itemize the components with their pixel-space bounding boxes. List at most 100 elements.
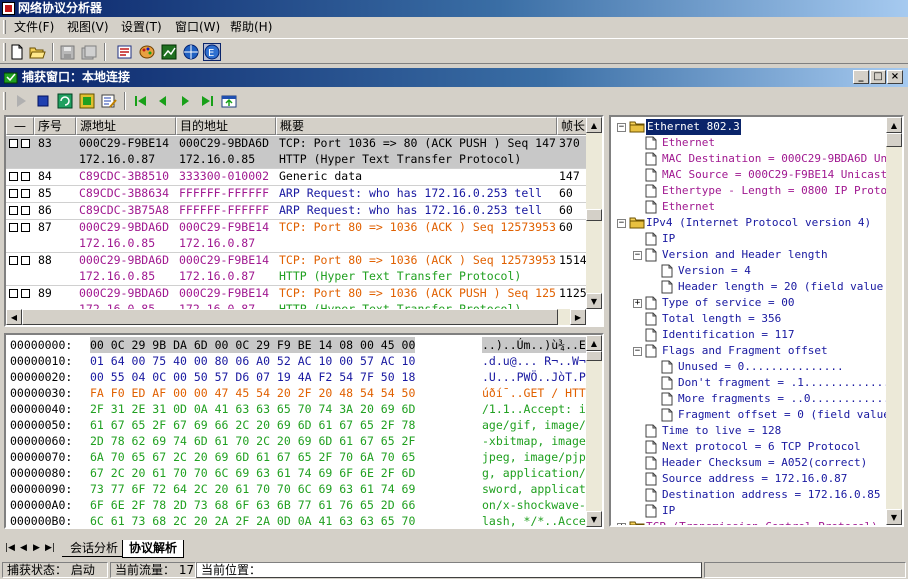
stop-capture-icon[interactable] [34,92,52,110]
packet-mark-checkbox[interactable] [21,189,30,198]
scroll-right-icon[interactable]: ▶ [570,309,586,325]
packet-row[interactable]: 84 C89CDC-3B8510 333300-010002 Generic data… [6,169,586,186]
collapse-icon[interactable]: − [617,219,626,228]
packet-mark-checkbox[interactable] [21,256,30,265]
next-packet-icon[interactable] [176,92,194,110]
scroll-thumb[interactable] [586,209,602,221]
tab-nav-prev-icon[interactable]: ◀ [20,543,27,553]
tree-node[interactable]: − IPv4 (Internet Protocol version 4) [611,215,884,231]
tree-node[interactable]: Next protocol = 6 TCP Protocol [611,439,884,455]
tree-node[interactable]: Header length = 20 (field value = 5) [611,279,902,295]
tree-node[interactable]: Time to live = 128 [611,423,884,439]
packet-checkbox[interactable] [9,139,18,148]
tree-node[interactable]: IP [611,503,884,519]
tab-protocol-analysis[interactable]: 协议解析 [122,540,185,558]
packet-list-hscrollbar[interactable]: ◀ ▶ [6,309,586,325]
tab-nav-last-icon[interactable]: ▶| [45,543,55,553]
tree-node[interactable]: − Flags and Fragment offset [611,343,884,359]
packet-mark-checkbox[interactable] [21,289,30,298]
chart-icon[interactable] [160,43,178,61]
collapse-icon[interactable]: − [633,347,642,356]
column-header-number[interactable]: 序号 [34,117,76,135]
tree-node[interactable]: Header Checksum = A052(correct) [611,455,884,471]
scroll-up-icon[interactable]: ▲ [886,117,902,133]
tree-node[interactable]: Total length = 356 [611,311,884,327]
packet-checkbox[interactable] [9,172,18,181]
expand-icon[interactable]: + [633,299,642,308]
packet-mark-checkbox[interactable] [21,206,30,215]
refresh-icon[interactable] [56,92,74,110]
protocol-tree-vscrollbar[interactable]: ▲ ▼ [886,117,902,525]
maximize-button[interactable]: □ [870,70,886,84]
menu-window[interactable]: 窗口(W) [175,19,220,35]
menu-view[interactable]: 视图(V) [67,19,109,35]
column-header-summary[interactable]: 概要 [276,117,557,135]
tree-node[interactable]: Source address = 172.16.0.87 [611,471,884,487]
tree-node[interactable]: + Type of service = 00 [611,295,884,311]
tree-node[interactable]: MAC Destination = 000C29-9BDA6D Unicast [611,151,902,167]
packet-checkbox[interactable] [9,256,18,265]
column-header-frame-length[interactable]: 帧长 [557,117,587,135]
tree-node[interactable]: Fragment offset = 0 (field value = 0) [611,407,902,423]
tree-node[interactable]: IP [611,231,884,247]
tree-node[interactable]: Destination address = 172.16.0.85 [611,487,884,503]
save-all-icon[interactable] [80,43,98,61]
tree-node[interactable]: − Version and Header length [611,247,884,263]
save-icon[interactable] [58,43,76,61]
first-packet-icon[interactable] [132,92,150,110]
packet-mark-checkbox[interactable] [21,172,30,181]
app-title-bar[interactable]: 网络协议分析器 [0,0,908,17]
collapse-icon[interactable]: − [633,251,642,260]
tab-nav-first-icon[interactable]: |◀ [5,543,15,553]
tree-node[interactable]: + TCP (Transmission Control Protocol) [611,519,884,525]
open-folder-icon[interactable] [28,43,46,61]
tree-node[interactable]: MAC Source = 000C29-F9BE14 Unicast addre… [611,167,902,183]
edit-list-icon[interactable] [100,92,118,110]
packet-checkbox[interactable] [9,206,18,215]
hex-dump-vscrollbar[interactable]: ▲ ▼ [586,335,602,527]
tab-nav-next-icon[interactable]: ▶ [33,543,40,553]
scroll-down-icon[interactable]: ▼ [586,511,602,527]
new-file-icon[interactable] [8,43,26,61]
packet-row[interactable]: 86 C89CDC-3B75A8 FFFFFF-FFFFFF ARP Request:… [6,203,586,220]
protocol-icon[interactable]: E [203,43,221,61]
tree-node[interactable]: More fragments = ..0............. [611,391,897,407]
previous-packet-icon[interactable] [154,92,172,110]
scroll-down-icon[interactable]: ▼ [586,293,602,309]
minimize-button[interactable]: _ [853,70,869,84]
capture-window-caption[interactable]: 捕获窗口：本地连接 _ □ × [0,68,908,87]
packet-checkbox[interactable] [9,289,18,298]
capture-settings-icon[interactable] [78,92,96,110]
scroll-up-icon[interactable]: ▲ [586,117,602,133]
packet-checkbox[interactable] [9,223,18,232]
packet-row[interactable]: 88 000C29-9BDA6D 172.16.0.85 000C29-F9BE14 1… [6,253,586,286]
tree-node[interactable]: Unused = 0............... [611,359,884,375]
scroll-down-icon[interactable]: ▼ [886,509,902,525]
packet-row[interactable]: 85 C89CDC-3B8634 FFFFFF-FFFFFF ARP Request:… [6,186,586,203]
scroll-thumb-horizontal[interactable] [22,309,558,325]
scroll-thumb[interactable] [586,351,602,361]
scroll-left-icon[interactable]: ◀ [6,309,22,325]
menu-file[interactable]: 文件(F) [14,19,54,35]
packet-checkbox[interactable] [9,189,18,198]
tree-node[interactable]: Identification = 117 [611,327,884,343]
tab-session-analysis[interactable]: 会话分析 [62,540,127,557]
export-icon[interactable] [220,92,238,110]
expand-icon[interactable]: + [617,523,626,525]
packet-mark-checkbox[interactable] [21,223,30,232]
tree-node[interactable]: Ethernet [611,135,884,151]
last-packet-icon[interactable] [198,92,216,110]
close-button[interactable]: × [887,70,903,84]
tree-node[interactable]: Version = 4 [611,263,884,279]
tree-node[interactable]: Ethertype - Length = 0800 IP Protocol [611,183,902,199]
menu-settings[interactable]: 设置(T) [121,19,162,35]
tree-node[interactable]: Ethernet [611,199,884,215]
scroll-up-icon[interactable]: ▲ [586,335,602,351]
tree-node[interactable]: − Ethernet 802.3 [611,119,884,135]
column-header-source[interactable]: 源地址 [76,117,176,135]
palette-icon[interactable] [138,43,156,61]
filter-icon[interactable] [116,43,134,61]
tree-node[interactable]: Don't fragment = .1.............. [611,375,897,391]
start-capture-icon[interactable] [12,92,30,110]
packet-row[interactable]: 83 000C29-F9BE14 172.16.0.87 000C29-9BDA6D 1… [6,136,586,169]
